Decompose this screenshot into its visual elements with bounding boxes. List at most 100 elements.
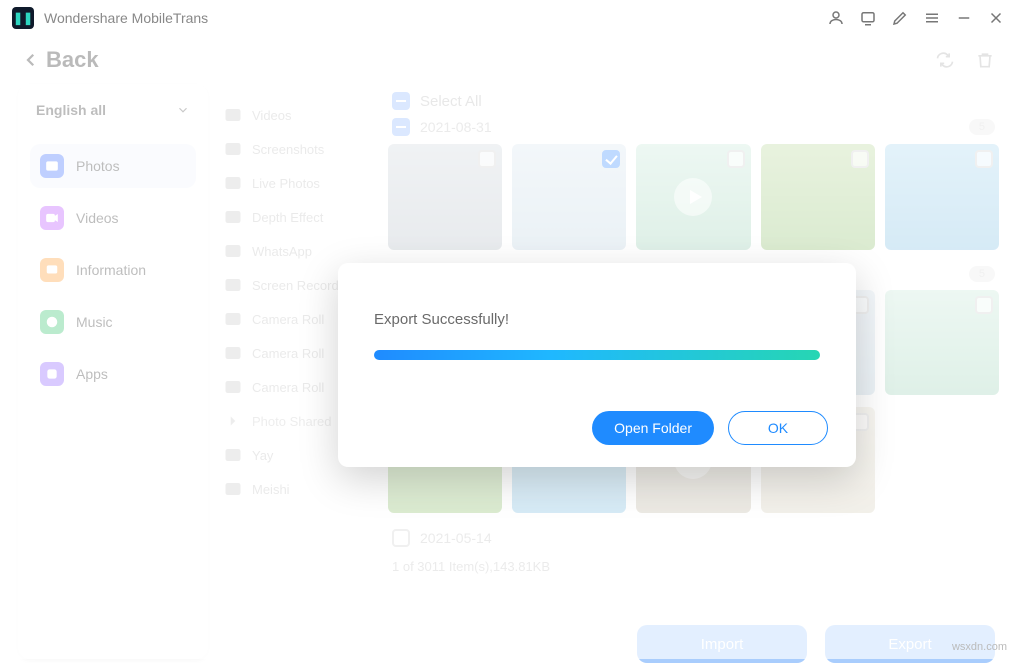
album-label: Camera Roll [252,380,324,395]
image-icon [224,242,242,260]
import-button[interactable]: Import [637,625,807,663]
image-icon [224,174,242,192]
sidebar-item-apps[interactable]: Apps [30,352,196,396]
date-group-row[interactable]: 2021-08-31 5 [388,114,999,144]
edit-icon[interactable] [891,9,909,27]
image-icon [224,480,242,498]
titlebar-tools [827,9,1005,27]
toolbar [935,50,995,70]
photos-icon [40,154,64,178]
thumbnail-grid [388,144,999,250]
album-label: Screenshots [252,142,324,157]
chevron-left-icon [22,51,40,69]
app-title: Wondershare MobileTrans [44,10,208,26]
videos-icon [40,206,64,230]
menu-icon[interactable] [923,9,941,27]
group-checkbox[interactable] [392,118,410,136]
image-icon [224,208,242,226]
information-icon [40,258,64,282]
album-label: Screen Recorder [252,278,350,293]
music-icon [40,310,64,334]
group-checkbox[interactable] [392,529,410,547]
image-icon [224,140,242,158]
album-label: Camera Roll [252,312,324,327]
back-button[interactable]: Back [22,47,99,73]
select-all-label: Select All [420,93,482,110]
album-label: Depth Effect [252,210,323,225]
category-label: Videos [76,210,119,226]
album-item[interactable]: Meishi [218,472,382,506]
sidebar-item-music[interactable]: Music [30,300,196,344]
category-label: Music [76,314,113,330]
image-icon [224,276,242,294]
trash-icon[interactable] [975,50,995,70]
back-label: Back [46,47,99,73]
date-group-row[interactable]: 2021-05-14 [388,525,999,555]
apps-icon [40,362,64,386]
album-label: Camera Roll [252,346,324,361]
category-label: Photos [76,158,120,174]
image-icon [224,310,242,328]
open-folder-button[interactable]: Open Folder [592,411,714,445]
sidebar-item-information[interactable]: Information [30,248,196,292]
close-icon[interactable] [987,9,1005,27]
sidebar-item-videos[interactable]: Videos [30,196,196,240]
album-label: Photo Shared [252,414,332,429]
watermark: wsxdn.com [952,641,1007,653]
thumbnail-checkbox[interactable] [975,296,993,314]
select-all-row[interactable]: Select All [388,88,999,114]
photo-thumbnail[interactable] [885,290,999,396]
language-dropdown[interactable]: English all [30,100,196,132]
photo-thumbnail[interactable] [761,144,875,250]
thumbnail-checkbox[interactable] [975,150,993,168]
titlebar: ❚❚ Wondershare MobileTrans [0,0,1017,36]
category-label: Information [76,262,146,278]
ok-button[interactable]: OK [728,411,828,445]
album-label: WhatsApp [252,244,312,259]
photo-thumbnail[interactable] [388,144,502,250]
status-text: 1 of 3011 Item(s),143.81KB [388,555,999,578]
dialog-buttons: Open Folder OK [592,411,828,445]
minimize-icon[interactable] [955,9,973,27]
image-icon [224,378,242,396]
album-item[interactable]: Screenshots [218,132,382,166]
group-count: 5 [969,266,995,282]
sidebar: English all Photos Videos Information Music… [18,84,208,659]
category-label: Apps [76,366,108,382]
app-logo-icon: ❚❚ [12,7,34,29]
album-label: Meishi [252,482,290,497]
group-count: 5 [969,119,995,135]
select-all-checkbox[interactable] [392,92,410,110]
photo-thumbnail[interactable] [512,144,626,250]
photo-thumbnail[interactable] [885,144,999,250]
group-date: 2021-08-31 [420,119,492,135]
thumbnail-checkbox[interactable] [602,150,620,168]
album-item[interactable]: Live Photos [218,166,382,200]
sidebar-item-photos[interactable]: Photos [30,144,196,188]
account-icon[interactable] [827,9,845,27]
category-list: Photos Videos Information Music Apps [30,144,196,396]
image-icon [224,344,242,362]
group-date: 2021-05-14 [420,530,492,546]
image-icon [224,106,242,124]
refresh-icon[interactable] [935,50,955,70]
photo-thumbnail[interactable] [636,144,750,250]
chevron-down-icon [176,103,190,117]
feedback-icon[interactable] [859,9,877,27]
thumbnail-checkbox[interactable] [851,150,869,168]
back-row: Back [0,36,1017,84]
thumbnail-checkbox[interactable] [727,150,745,168]
album-label: Yay [252,448,273,463]
caret-right-icon [224,412,242,430]
album-item[interactable]: Depth Effect [218,200,382,234]
image-icon [224,446,242,464]
album-item[interactable]: Videos [218,98,382,132]
progress-bar [374,350,820,360]
album-label: Videos [252,108,292,123]
thumbnail-checkbox[interactable] [478,150,496,168]
footer-buttons: Import Export [637,625,995,663]
language-label: English all [36,102,106,118]
album-label: Live Photos [252,176,320,191]
dialog-title: Export Successfully! [374,311,820,328]
export-success-dialog: Export Successfully! Open Folder OK [338,263,856,467]
